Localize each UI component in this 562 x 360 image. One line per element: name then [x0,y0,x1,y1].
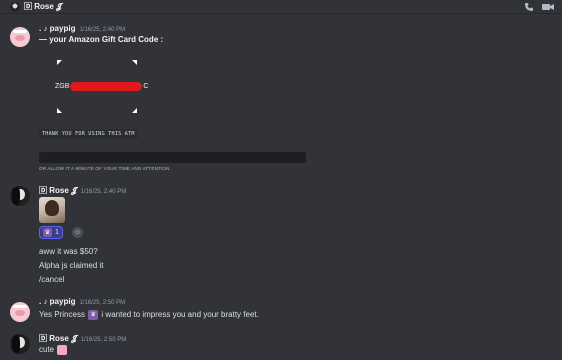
message-header: 🄳 Rose 𝓙 1/16/25, 2:40 PM [39,185,126,196]
message-header: . ♪ paypig 1/16/25, 2:50 PM [39,297,125,306]
header-avatar[interactable] [10,1,20,12]
message-text-body: cute [39,345,55,355]
message-header: 🄳 Rose 𝓙 1/16/25, 2:50 PM [39,333,126,344]
emoji-icon: ♛ [43,228,52,237]
message-text: Yes Princess ♛ i wanted to impress you a… [39,310,259,320]
timestamp: 1/16/25, 2:40 PM [80,189,127,195]
code-prefix: ZGB [55,83,70,90]
emoji-icon [57,345,68,355]
message-text-before: Yes Princess [39,310,85,320]
redaction-bar [70,82,143,91]
timestamp: 1/16/25, 2:40 PM [79,27,126,33]
timestamp: 1/16/25, 2:50 PM [79,300,126,306]
add-reaction-icon[interactable]: ☺ [72,227,83,238]
timestamp: 1/16/25, 2:50 PM [80,337,127,343]
code-suffix: C [143,83,149,90]
allow-text: OR ALLOW IT A MINUTE OF YOUR TIME AND AT… [39,166,172,171]
message-text-after: i wanted to impress you and your bratty … [101,310,259,320]
video-icon[interactable] [542,2,554,15]
username[interactable]: . ♪ paypig [39,24,75,33]
gift-code: ZGB C [55,82,148,91]
avatar[interactable] [10,334,30,354]
username[interactable]: 🄳 Rose 𝓙 [39,185,77,196]
message-text: — your Amazon Gift Card Code : [39,35,164,44]
corner-mark-icon [132,60,137,65]
message-header: . ♪ paypig 1/16/25, 2:40 PM [39,24,125,33]
avatar[interactable] [10,27,30,47]
message-text: Alpha js claimed it [39,261,104,270]
username[interactable]: . ♪ paypig [39,297,75,306]
message-text: aww it was $50? [39,247,98,256]
reaction-chip[interactable]: ♛ 1 [39,226,63,239]
corner-mark-icon [57,60,62,65]
image-attachment[interactable] [39,197,65,223]
corner-mark-icon [57,108,62,113]
redacted-block [39,152,306,163]
emoji-icon: ♛ [88,310,99,320]
phone-icon[interactable] [524,2,534,15]
channel-header: 🄳 Rose 𝓙 [0,0,562,14]
message-text: /cancel [39,275,65,284]
username[interactable]: 🄳 Rose 𝓙 [39,333,77,344]
corner-mark-icon [132,108,137,113]
avatar[interactable] [10,302,30,322]
message-text: cute [39,345,68,355]
atm-message: THANK YOU FOR USING THIS ATM [39,129,138,139]
avatar[interactable] [10,186,30,206]
reaction-count: 1 [55,229,59,236]
channel-title: 🄳 Rose 𝓙 [24,2,62,11]
